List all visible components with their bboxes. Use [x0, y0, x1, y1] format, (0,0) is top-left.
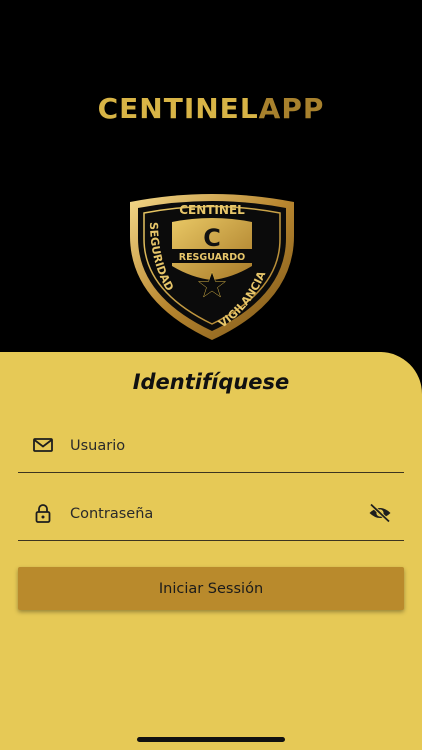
login-panel — [0, 352, 422, 750]
lock-icon — [35, 504, 51, 523]
app-title-part2: APP — [258, 92, 325, 125]
logo-top-text: CENTINEL — [179, 203, 245, 217]
password-input[interactable] — [68, 499, 352, 529]
home-indicator[interactable] — [137, 737, 285, 742]
username-input[interactable] — [68, 431, 352, 461]
password-field — [18, 486, 404, 541]
username-field — [18, 418, 404, 473]
mail-icon — [33, 438, 53, 452]
logo-center-text: RESGUARDO — [179, 252, 246, 263]
app-title-part1: CENTINEL — [97, 92, 259, 125]
app-title: CENTINELAPP — [0, 92, 422, 125]
logo-letter: C — [203, 224, 221, 252]
login-button[interactable]: Iniciar Sessión — [18, 567, 404, 610]
login-heading: Identifíquese — [132, 370, 290, 394]
eye-off-icon[interactable] — [368, 502, 392, 524]
centinel-shield-logo: CENTINEL C RESGUARDO SEGURIDAD VIGILANCI… — [130, 194, 294, 340]
